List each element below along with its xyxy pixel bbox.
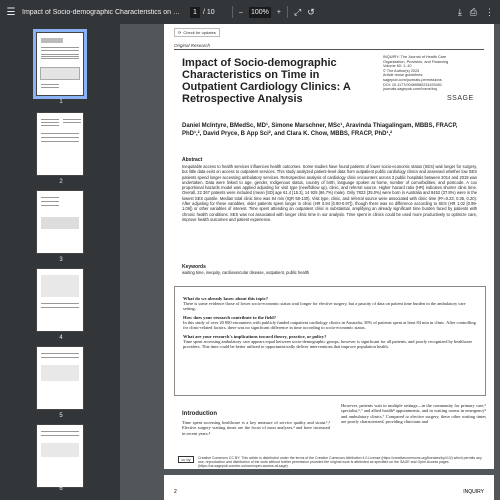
abstract-text: Inequitable access to health services in… xyxy=(182,164,477,222)
page-number-input[interactable]: 1 xyxy=(190,6,200,18)
journal-info-line: journals.sagepub.com/home/inq xyxy=(383,87,437,92)
zoom-in-button[interactable]: + xyxy=(277,9,281,16)
thumbnail-label: 2 xyxy=(59,179,63,185)
document-title: Impact of Socio-demographic Characterist… xyxy=(22,8,182,16)
download-icon[interactable]: ⤓ xyxy=(458,7,462,18)
thumbnail-label: 1 xyxy=(59,99,63,105)
keywords-text: waiting time, inequity, cardiovascular d… xyxy=(182,270,310,275)
introduction-heading: Introduction xyxy=(182,411,217,417)
thumbnail-page-2[interactable] xyxy=(36,112,84,176)
hamburger-menu-icon[interactable]: ☰ xyxy=(0,7,22,18)
page-navigator: 1 / 10 xyxy=(190,6,215,18)
divider xyxy=(232,6,233,18)
cc-by-badge: cc by xyxy=(178,456,194,463)
pdf-page-2: 2 INQUIRY xyxy=(164,475,494,500)
divider xyxy=(287,6,288,18)
thumbnail-page-5[interactable] xyxy=(36,346,84,410)
abstract-heading: Abstract xyxy=(182,157,203,163)
check-updates-label: Check for updates xyxy=(183,30,216,35)
pdf-page-1: ⟳ Check for updates Original Research Im… xyxy=(164,24,494,469)
more-vert-icon[interactable]: ⋮ xyxy=(485,7,494,18)
license-text: Creative Commons CC BY: This article is … xyxy=(198,456,482,469)
thumbnail-page-1[interactable] xyxy=(33,29,87,99)
introduction-column-2: However, patients wait in multiple setti… xyxy=(341,403,486,425)
thumbnail-label: 4 xyxy=(59,335,63,341)
key-points-box: What do we already know about this topic… xyxy=(174,286,486,396)
publisher-logo: SSAGE xyxy=(447,95,474,102)
key-answer: Time spent accessing ambulatory care app… xyxy=(183,338,473,350)
journal-info: INQUIRY: The Journal of Health Care Orga… xyxy=(383,55,483,92)
thumbnail-label: 5 xyxy=(59,413,63,419)
fit-page-icon[interactable]: ⤢ xyxy=(294,7,301,18)
introduction-column-1: Time spent accessing healthcare is a key… xyxy=(182,420,330,436)
thumbnail-label: 3 xyxy=(59,257,63,263)
print-icon[interactable]: ⎙ xyxy=(470,7,477,18)
toolbar-actions: ⤓ ⎙ ⋮ xyxy=(458,7,494,18)
thumbnail-page-3[interactable] xyxy=(36,190,84,254)
refresh-icon: ⟳ xyxy=(178,30,182,35)
check-updates-button[interactable]: ⟳ Check for updates xyxy=(174,28,220,37)
page-number: 2 xyxy=(174,489,177,495)
key-answer: There is some evidence those of lower so… xyxy=(183,301,466,312)
zoom-out-button[interactable]: – xyxy=(239,9,243,16)
zoom-level-input[interactable]: 100% xyxy=(248,6,271,18)
divider xyxy=(174,49,484,50)
license-notice: cc by Creative Commons CC BY: This artic… xyxy=(178,456,488,469)
thumbnail-label: 6 xyxy=(59,486,63,492)
page-total: / 10 xyxy=(203,8,215,16)
thumbnail-page-4[interactable] xyxy=(36,268,84,332)
running-header: INQUIRY xyxy=(463,489,484,495)
thumbnail-sidebar: 1 2 3 4 5 6 xyxy=(0,24,120,500)
author-list: Daniel McIntyre, BMedSc, MD¹, Simone Mar… xyxy=(182,123,458,137)
key-answer: In this study of over 20 000 encounters … xyxy=(183,319,476,331)
thumbnail-page-6[interactable] xyxy=(36,424,84,488)
article-title: Impact of Socio-demographic Characterist… xyxy=(182,57,351,105)
zoom-controls: – 100% + ⤢ ↺ xyxy=(232,6,315,18)
article-section: Original Research xyxy=(174,43,211,48)
document-viewer[interactable]: ⟳ Check for updates Original Research Im… xyxy=(120,24,500,500)
pdf-toolbar: ☰ Impact of Socio-demographic Characteri… xyxy=(0,0,500,24)
rotate-icon[interactable]: ↺ xyxy=(307,7,315,18)
